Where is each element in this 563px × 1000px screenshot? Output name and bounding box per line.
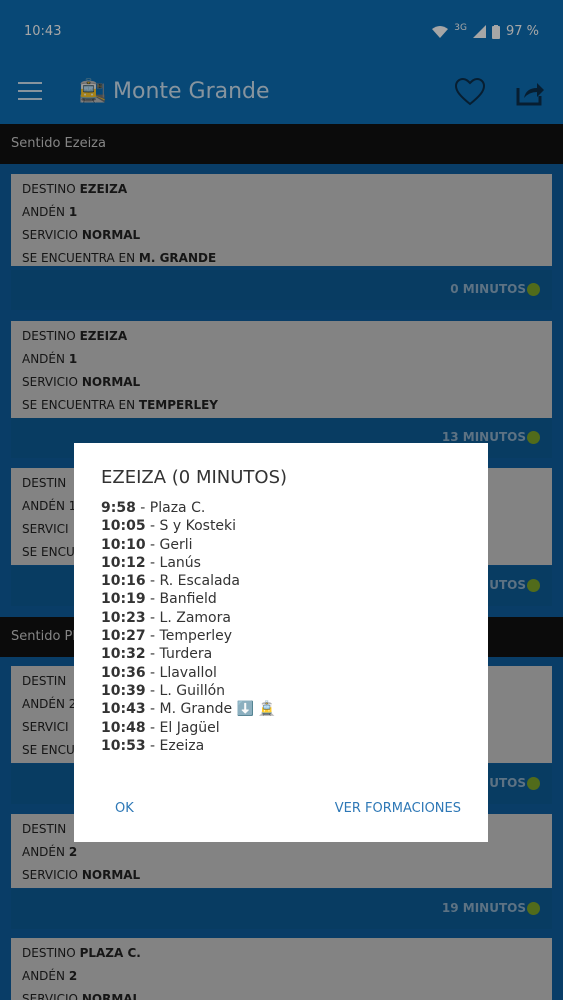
list-item: 10:27 - Temperley	[101, 628, 232, 645]
list-item: 10:48 - El Jagüel	[101, 719, 220, 736]
schedule-dialog: EZEIZA (0 MINUTOS) 9:58 - Plaza C. 10:05…	[74, 443, 488, 842]
list-item: 10:12 - Lanús	[101, 554, 201, 571]
list-item: 10:23 - L. Zamora	[101, 609, 231, 626]
stop-list: 9:58 - Plaza C. 10:05 - S y Kosteki 10:1…	[101, 499, 276, 755]
list-item: 9:58 - Plaza C.	[101, 500, 206, 516]
ok-button[interactable]: OK	[115, 801, 134, 816]
dialog-title: EZEIZA (0 MINUTOS)	[101, 467, 288, 488]
ver-formaciones-button[interactable]: VER FORMACIONES	[335, 801, 461, 816]
list-item: 10:05 - S y Kosteki	[101, 518, 237, 535]
list-item: 10:53 - Ezeiza	[101, 737, 205, 754]
list-item: 10:10 - Gerli	[101, 536, 193, 553]
list-item: 10:16 - R. Escalada	[101, 573, 241, 590]
list-item: 10:36 - Llavallol	[101, 664, 217, 681]
list-item: 10:43 - M. Grande ⬇️ 🚊	[101, 701, 276, 718]
list-item: 10:32 - Turdera	[101, 646, 213, 663]
list-item: 10:19 - Banfield	[101, 591, 217, 608]
list-item: 10:39 - L. Guillón	[101, 682, 226, 699]
